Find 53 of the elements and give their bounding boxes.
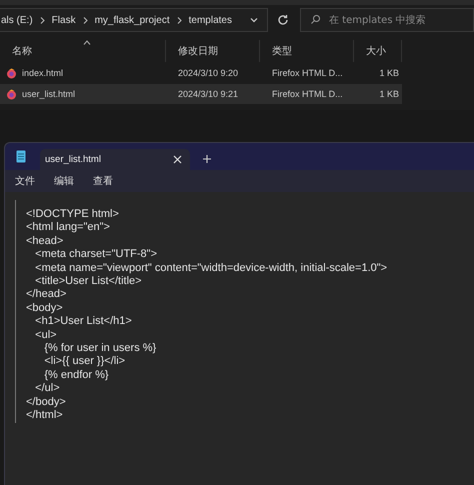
size-cell-text: 1 KB xyxy=(378,89,400,99)
chevron-icon xyxy=(176,16,182,24)
code-line: <body> xyxy=(26,302,64,316)
chevron-icon xyxy=(82,16,88,24)
code-line: <meta name="viewport" content="width=device-width, initial-scale=1.0"> xyxy=(34,262,388,276)
date-cell-text: 2024/3/10 9:20 xyxy=(177,68,240,78)
type-cell-text: Firefox HTML D... xyxy=(271,68,344,78)
sort-caret-icon xyxy=(82,40,90,45)
column-header[interactable]: 大小 xyxy=(354,40,402,62)
date-cell-text: 2024/3/10 9:21 xyxy=(177,89,240,99)
column-header[interactable]: 类型 xyxy=(260,40,354,62)
menu-item[interactable]: 文件 xyxy=(15,174,35,188)
file-row[interactable]: user_list.html 2024/3/10 9:21 Firefox HTML D... 1 KB xyxy=(0,84,402,104)
code-line: <ul> xyxy=(34,328,58,342)
text-editor[interactable] xyxy=(15,200,388,422)
dropdown-icon[interactable] xyxy=(249,15,259,25)
code-line: <html lang="en"> xyxy=(26,221,111,235)
notepad-icon xyxy=(16,150,26,163)
code-line: <title>User List</title> xyxy=(34,275,143,288)
code-line: <!DOCTYPE html> xyxy=(26,208,120,222)
code-line: </ul> xyxy=(34,382,61,396)
breadcrumb-item[interactable]: als (E:) xyxy=(1,14,33,26)
file-name: user_list.html xyxy=(22,89,76,99)
file-name: index.html xyxy=(22,68,64,78)
column-header[interactable]: 名称 xyxy=(0,40,166,62)
search-icon xyxy=(310,14,321,25)
menu-item[interactable]: 编辑 xyxy=(54,174,74,188)
file-row[interactable]: index.html 2024/3/10 9:20 Firefox HTML D... 1 KB xyxy=(0,63,402,83)
code-line: </body> xyxy=(26,396,67,410)
breadcrumb-item[interactable]: templates xyxy=(188,14,232,26)
code-line: <meta charset="UTF-8"> xyxy=(34,248,158,262)
breadcrumb-item[interactable]: Flask xyxy=(52,14,76,26)
code-line: </html> xyxy=(26,409,64,422)
code-line: <head> xyxy=(26,234,64,248)
new-tab-icon[interactable] xyxy=(202,154,212,164)
code-line: <li>{{ user }}</li> xyxy=(43,355,126,369)
breadcrumb-item[interactable]: my_flask_project xyxy=(94,14,170,26)
search-field[interactable]: 在 templates 中搜索 xyxy=(300,8,474,32)
file-icon xyxy=(6,88,17,100)
size-cell-text: 1 KB xyxy=(378,68,400,78)
code-line: {% endfor %} xyxy=(43,368,110,382)
menu-item[interactable]: 查看 xyxy=(93,174,113,188)
close-icon[interactable] xyxy=(173,155,182,164)
type-cell-text: Firefox HTML D... xyxy=(271,89,344,99)
document-tab[interactable]: user_list.html xyxy=(40,149,190,170)
column-header[interactable]: 修改日期 xyxy=(166,40,260,62)
chevron-icon xyxy=(40,16,45,24)
code-line: <h1>User List</h1> xyxy=(34,315,133,329)
address-bar[interactable]: als (E:) Flask my_flask_project templates xyxy=(0,8,268,32)
refresh-icon[interactable] xyxy=(276,13,290,27)
code-line: {% for user in users %} xyxy=(43,342,158,356)
code-line: </head> xyxy=(26,288,68,302)
file-icon xyxy=(6,68,17,78)
